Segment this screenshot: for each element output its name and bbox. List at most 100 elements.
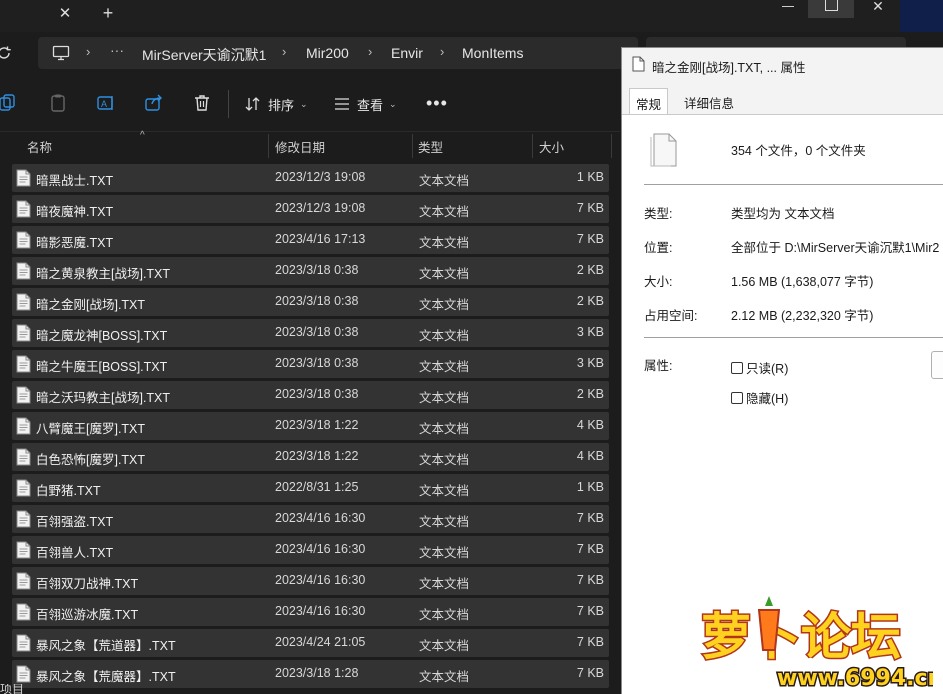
rename-icon[interactable]: A — [96, 93, 116, 113]
text-file-icon — [16, 634, 31, 652]
column-size[interactable]: 大小 — [539, 137, 564, 156]
breadcrumb-mir200[interactable]: Mir200 — [306, 45, 349, 61]
column-date[interactable]: 修改日期 — [275, 137, 325, 156]
file-row[interactable]: 暗夜魔神.TXT 2023/12/3 19:08 文本文档 7 KB — [12, 195, 609, 223]
file-type: 文本文档 — [419, 670, 470, 684]
paste-icon[interactable] — [48, 93, 68, 113]
file-row[interactable]: 暗之魔龙神[BOSS].TXT 2023/3/18 0:38 文本文档 3 KB — [12, 319, 609, 347]
chevron-down-icon: ⌄ — [389, 98, 397, 109]
file-name: 暗黑战士.TXT — [36, 174, 114, 188]
new-tab-icon[interactable]: + — [98, 3, 118, 23]
checkbox-box[interactable] — [731, 361, 743, 374]
tab-close-icon[interactable]: ✕ — [55, 4, 75, 24]
minimize-icon[interactable] — [778, 0, 798, 14]
hidden-checkbox[interactable]: 隐藏(H) — [731, 388, 788, 407]
text-file-icon — [16, 448, 31, 466]
file-size: 3 KB — [576, 356, 604, 370]
file-row[interactable]: 暗黑战士.TXT 2023/12/3 19:08 文本文档 1 KB — [12, 164, 609, 192]
file-size: 3 KB — [576, 325, 604, 339]
column-separator[interactable] — [268, 134, 269, 158]
breadcrumb-mirserver[interactable]: MirServer天谕沉默1 — [142, 45, 266, 65]
file-date: 2023/3/18 0:38 — [275, 294, 359, 308]
file-date: 2023/3/18 1:22 — [275, 418, 359, 432]
file-type: 文本文档 — [419, 484, 470, 498]
file-row[interactable]: 暗之黄泉教主[战场].TXT 2023/3/18 0:38 文本文档 2 KB — [12, 257, 609, 285]
file-row[interactable]: 白野猪.TXT 2022/8/31 1:25 文本文档 1 KB — [12, 474, 609, 502]
file-date: 2023/12/3 19:08 — [275, 170, 366, 184]
file-row[interactable]: 暗之金刚[战场].TXT 2023/3/18 0:38 文本文档 2 KB — [12, 288, 609, 316]
window-close-icon[interactable]: ✕ — [866, 0, 890, 16]
file-size: 7 KB — [576, 511, 604, 525]
file-row[interactable]: 八臂魔王[魔罗].TXT 2023/3/18 1:22 文本文档 4 KB — [12, 412, 609, 440]
file-name: 百翎巡游冰魔.TXT — [36, 608, 139, 622]
readonly-checkbox[interactable]: 只读(R) — [731, 358, 788, 377]
file-size: 7 KB — [576, 666, 604, 680]
file-type: 文本文档 — [419, 577, 470, 591]
delete-icon[interactable] — [192, 93, 212, 113]
breadcrumb-envir[interactable]: Envir — [391, 45, 423, 61]
text-file-icon — [16, 231, 31, 249]
file-type: 文本文档 — [419, 360, 470, 374]
column-separator[interactable] — [412, 134, 413, 158]
file-row[interactable]: 暗之沃玛教主[战场].TXT 2023/3/18 0:38 文本文档 2 KB — [12, 381, 609, 409]
copy-icon[interactable] — [0, 93, 18, 113]
text-file-icon — [16, 479, 31, 497]
maximize-icon[interactable] — [808, 0, 854, 18]
text-file-icon — [16, 200, 31, 218]
file-date: 2022/8/31 1:25 — [275, 480, 359, 494]
sort-ascending-icon: ^ — [140, 130, 145, 141]
column-name[interactable]: 名称 — [27, 137, 52, 156]
file-name: 暗之牛魔王[BOSS].TXT — [36, 360, 168, 374]
file-size: 7 KB — [576, 542, 604, 556]
file-type: 文本文档 — [419, 205, 470, 219]
file-date: 2023/4/16 16:30 — [275, 573, 366, 587]
divider — [644, 337, 943, 338]
file-row[interactable]: 百翎双刀战神.TXT 2023/4/16 16:30 文本文档 7 KB — [12, 567, 609, 595]
file-row[interactable]: 暗影恶魔.TXT 2023/4/16 17:13 文本文档 7 KB — [12, 226, 609, 254]
sort-icon — [245, 97, 260, 111]
file-row[interactable]: 暴风之象【荒道器】.TXT 2023/4/24 21:05 文本文档 7 KB — [12, 629, 609, 657]
file-size: 1 KB — [576, 170, 604, 184]
file-date: 2023/3/18 1:28 — [275, 666, 359, 680]
type-label: 类型: — [644, 207, 673, 221]
tab-details[interactable]: 详细信息 — [678, 88, 740, 114]
file-name: 白野猪.TXT — [36, 484, 101, 498]
file-name: 暗之金刚[战场].TXT — [36, 298, 146, 312]
more-options-icon[interactable]: ••• — [426, 93, 448, 114]
this-pc-icon[interactable] — [52, 45, 70, 61]
file-name: 暗之黄泉教主[战场].TXT — [36, 267, 171, 281]
refresh-icon[interactable] — [0, 43, 14, 63]
file-name: 暗夜魔神.TXT — [36, 205, 114, 219]
file-row[interactable]: 百翎强盗.TXT 2023/4/16 16:30 文本文档 7 KB — [12, 505, 609, 533]
share-icon[interactable] — [144, 93, 164, 113]
column-separator[interactable] — [611, 134, 612, 158]
text-file-icon — [16, 541, 31, 559]
text-file-icon — [16, 324, 31, 342]
column-separator[interactable] — [532, 134, 533, 158]
file-row[interactable]: 百翎兽人.TXT 2023/4/16 16:30 文本文档 7 KB — [12, 536, 609, 564]
address-bar[interactable]: › ··· MirServer天谕沉默1 › Mir200 › Envir › … — [38, 37, 638, 69]
file-count: 354 个文件，0 个文件夹 — [731, 144, 866, 158]
text-file-icon — [16, 417, 31, 435]
file-name: 暴风之象【荒道器】.TXT — [36, 639, 176, 653]
svg-text:萝卜论坛: 萝卜论坛 — [701, 608, 901, 666]
checkbox-box[interactable] — [731, 391, 743, 404]
file-list: 暗黑战士.TXT 2023/12/3 19:08 文本文档 1 KB 暗夜魔神.TXT 2… — [0, 164, 620, 694]
view-button[interactable]: 查看 ⌄ — [333, 94, 397, 114]
file-row[interactable]: 白色恐怖[魔罗].TXT 2023/3/18 1:22 文本文档 4 KB — [12, 443, 609, 471]
file-row[interactable]: 暗之牛魔王[BOSS].TXT 2023/3/18 0:38 文本文档 3 KB — [12, 350, 609, 378]
sort-button[interactable]: 排序 ⌄ — [244, 94, 308, 114]
column-type[interactable]: 类型 — [418, 137, 443, 156]
ellipsis-icon[interactable]: ··· — [110, 42, 124, 58]
advanced-button[interactable] — [931, 351, 943, 379]
file-date: 2023/3/18 1:22 — [275, 449, 359, 463]
file-type: 文本文档 — [419, 453, 470, 467]
file-row[interactable]: 百翎巡游冰魔.TXT 2023/4/16 16:30 文本文档 7 KB — [12, 598, 609, 626]
file-type: 文本文档 — [419, 298, 470, 312]
chevron-right-icon: › — [86, 44, 91, 59]
breadcrumb-monitems[interactable]: MonItems — [462, 45, 523, 61]
text-file-icon — [16, 572, 31, 590]
tab-general[interactable]: 常规 — [629, 88, 669, 115]
file-type: 文本文档 — [419, 329, 470, 343]
dialog-titlebar[interactable]: 暗之金刚[战场].TXT, ... 属性 — [622, 48, 943, 82]
